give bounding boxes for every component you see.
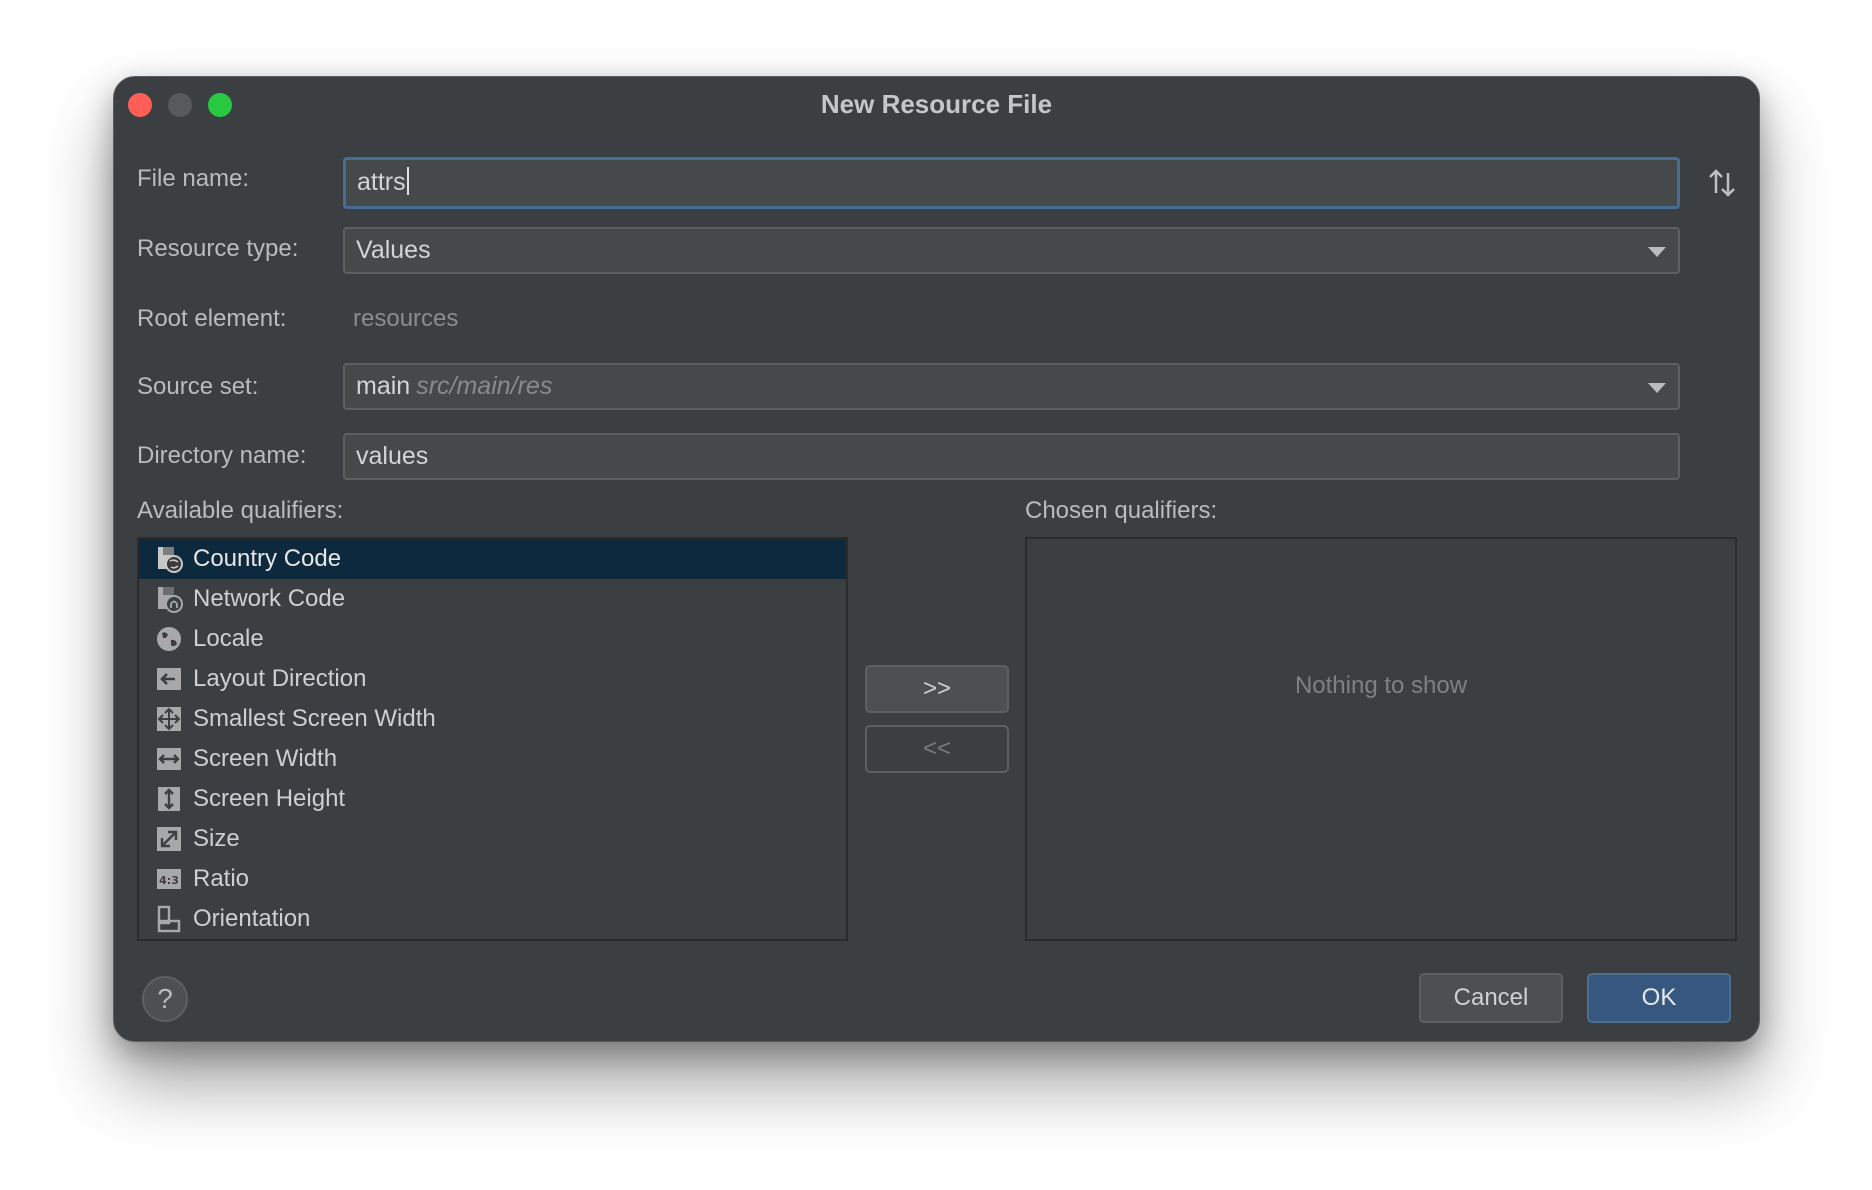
list-item-label: Country Code — [193, 545, 342, 572]
list-item-label: Smallest Screen Width — [193, 705, 436, 732]
list-item-label: Screen Width — [193, 745, 338, 772]
file-name-input[interactable]: attrs — [343, 157, 1680, 209]
list-item-label: Locale — [193, 625, 264, 652]
directory-name-input[interactable]: values — [343, 433, 1680, 480]
resource-type-label: Resource type: — [137, 235, 299, 262]
remove-qualifier-button[interactable]: << — [865, 725, 1009, 773]
list-item-label: Size — [193, 825, 240, 852]
cancel-button[interactable]: Cancel — [1419, 973, 1563, 1023]
source-set-label: Source set: — [137, 373, 259, 400]
list-item-label: Layout Direction — [193, 665, 367, 692]
available-qualifiers-list[interactable]: Country Code Network Code Locale Layout … — [137, 537, 848, 941]
smallest-screen-width-icon — [157, 707, 181, 731]
root-element-value: resources — [353, 305, 459, 332]
available-qualifiers-label: Available qualifiers: — [137, 497, 344, 524]
new-resource-file-dialog: New Resource File File name: attrs Resou… — [113, 76, 1760, 1042]
orientation-icon — [157, 905, 181, 933]
ratio-icon: 4:3 — [157, 869, 181, 889]
help-button[interactable]: ? — [142, 976, 188, 1022]
list-item-label: Ratio — [193, 865, 250, 892]
svg-text:4:3: 4:3 — [159, 874, 179, 887]
directory-name-value: values — [356, 442, 429, 470]
file-name-value: attrs — [357, 168, 406, 196]
file-name-label: File name: — [137, 165, 250, 192]
chevron-down-icon — [1648, 383, 1666, 393]
sort-icon[interactable] — [1706, 167, 1738, 199]
title-bar: New Resource File — [114, 77, 1759, 137]
chevron-down-icon — [1648, 247, 1666, 257]
chosen-qualifiers-label: Chosen qualifiers: — [1025, 497, 1218, 524]
dialog-title: New Resource File — [820, 89, 1053, 119]
layout-direction-icon — [157, 668, 181, 690]
list-item-orientation[interactable]: Orientation — [139, 899, 846, 939]
resource-type-dropdown[interactable]: Values — [343, 227, 1680, 274]
network-code-icon — [158, 587, 183, 613]
list-item-size[interactable]: Size — [139, 819, 846, 859]
list-item-label: Network Code — [193, 585, 346, 612]
screen-width-icon — [157, 748, 181, 770]
text-caret — [406, 167, 409, 196]
list-item-locale[interactable]: Locale — [139, 619, 846, 659]
ok-button[interactable]: OK — [1587, 973, 1731, 1023]
list-item-network-code[interactable]: Network Code — [139, 579, 846, 619]
resource-type-value: Values — [356, 236, 431, 264]
list-item-layout-direction[interactable]: Layout Direction — [139, 659, 846, 699]
chosen-qualifiers-list[interactable]: Nothing to show — [1025, 537, 1737, 941]
size-icon — [157, 827, 181, 851]
country-code-icon — [158, 547, 183, 573]
list-item-screen-height[interactable]: Screen Height — [139, 779, 846, 819]
source-set-dropdown[interactable]: main src/main/res — [343, 363, 1680, 410]
source-set-path: src/main/res — [416, 372, 553, 400]
source-set-value: main — [356, 372, 411, 400]
list-item-label: Orientation — [193, 905, 311, 932]
add-qualifier-button[interactable]: >> — [865, 665, 1009, 713]
list-item-country-code[interactable]: Country Code — [139, 539, 846, 579]
list-item-ratio[interactable]: 4:3 Ratio — [139, 859, 846, 899]
list-item-smallest-screen-width[interactable]: Smallest Screen Width — [139, 699, 846, 739]
empty-state-text: Nothing to show — [1294, 672, 1468, 699]
list-item-label: Screen Height — [193, 785, 346, 812]
list-item-screen-width[interactable]: Screen Width — [139, 739, 846, 779]
directory-name-label: Directory name: — [137, 442, 307, 469]
globe-icon — [157, 627, 181, 651]
screen-height-icon — [158, 787, 180, 811]
root-element-label: Root element: — [137, 305, 287, 332]
